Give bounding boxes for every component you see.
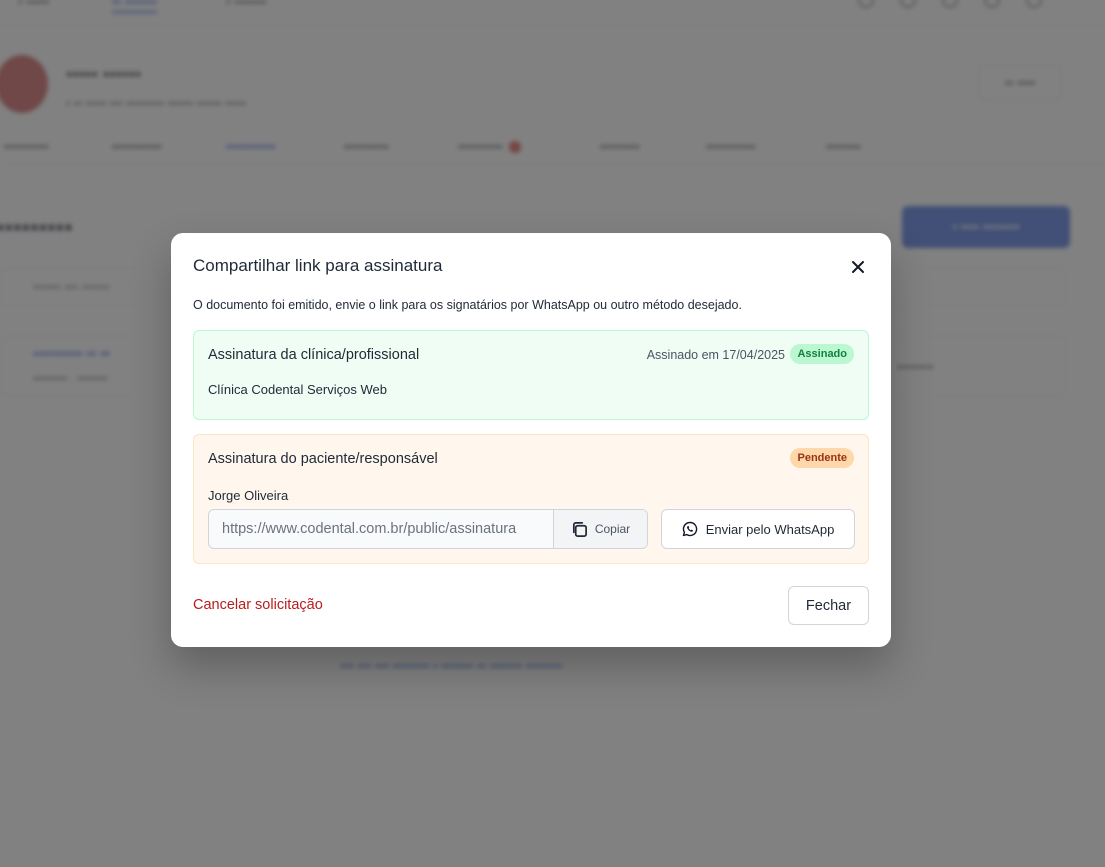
clinic-signature-heading: Assinatura da clínica/profissional xyxy=(208,347,420,363)
signature-link-group: https://www.codental.com.br/public/assin… xyxy=(208,509,648,549)
send-whatsapp-label: Enviar pelo WhatsApp xyxy=(705,521,835,537)
status-badge-pending: Pendente xyxy=(790,448,854,468)
status-badge-signed: Assinado xyxy=(790,344,854,364)
signature-link-field[interactable]: https://www.codental.com.br/public/assin… xyxy=(209,510,553,548)
close-icon xyxy=(852,261,864,273)
send-whatsapp-button[interactable]: Enviar pelo WhatsApp xyxy=(661,509,855,549)
signed-date: Assinado em 17/04/2025 xyxy=(646,348,785,362)
share-signature-modal: Compartilhar link para assinatura O docu… xyxy=(171,233,891,647)
patient-signature-card: Assinatura do paciente/responsável Pende… xyxy=(193,434,869,564)
cancel-request-link[interactable]: Cancelar solicitação xyxy=(193,597,323,613)
modal-title: Compartilhar link para assinatura xyxy=(193,256,443,275)
copy-link-label: Copiar xyxy=(594,522,631,536)
patient-signature-heading: Assinatura do paciente/responsável xyxy=(208,451,438,467)
whatsapp-icon xyxy=(682,521,697,537)
clinic-signer-name: Clínica Codental Serviços Web xyxy=(208,382,387,397)
close-button[interactable] xyxy=(845,254,871,280)
close-modal-button[interactable]: Fechar xyxy=(788,586,869,625)
copy-icon xyxy=(572,521,587,537)
copy-link-button[interactable]: Copiar xyxy=(553,510,647,548)
modal-description: O documento foi emitido, envie o link pa… xyxy=(193,298,742,312)
clinic-signature-card: Assinatura da clínica/profissional Assin… xyxy=(193,330,869,420)
patient-signer-name: Jorge Oliveira xyxy=(208,488,289,503)
